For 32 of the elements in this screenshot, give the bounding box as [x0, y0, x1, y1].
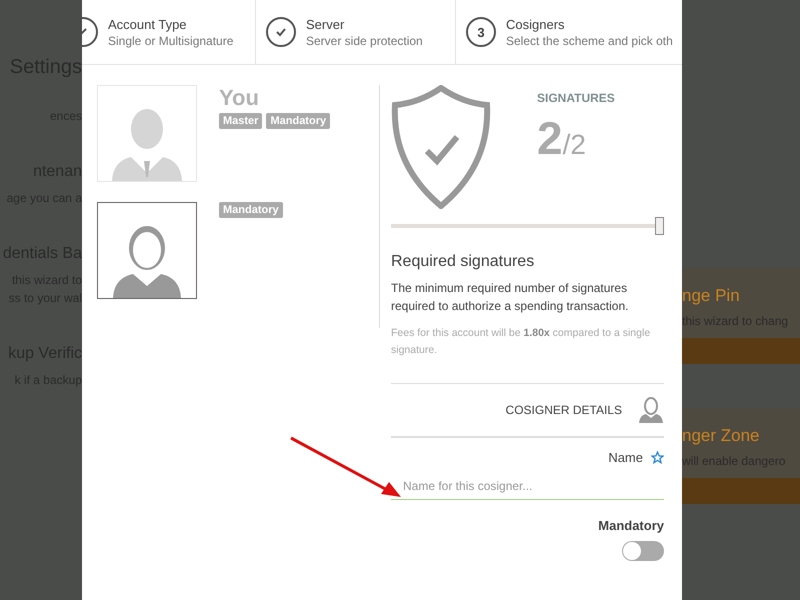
step-subtitle: Server side protection	[306, 34, 423, 48]
wizard-step[interactable]: Server Server side protection	[255, 0, 455, 64]
user-icon	[638, 397, 664, 423]
cosigner-tag: Mandatory	[219, 202, 283, 218]
wizard-step[interactable]: Account Type Single or Multisignature	[82, 0, 255, 64]
star-icon	[651, 451, 664, 464]
cosigner-name: You	[219, 85, 260, 111]
required-signatures-description: The minimum required number of signatures required to authorize a spending transaction.	[391, 280, 630, 315]
required-signatures-heading: Required signatures	[391, 253, 536, 271]
slider-handle[interactable]	[655, 217, 664, 235]
mandatory-label: Mandatory	[598, 518, 664, 533]
check-icon	[266, 17, 296, 47]
cosigner-details-title: COSIGNER DETAILS	[506, 403, 622, 417]
signatures-count: 2	[537, 111, 563, 165]
cosigner-tag: Master	[219, 113, 262, 129]
step-number: 3	[466, 17, 496, 47]
cosigner-tag: Mandatory	[266, 113, 330, 129]
step-title: Cosigners	[506, 16, 566, 32]
name-label: Name	[608, 450, 643, 465]
mandatory-toggle[interactable]	[622, 541, 664, 561]
signatures-total: /2	[562, 129, 586, 161]
cosigner-avatar[interactable]	[97, 202, 197, 299]
background-card-title: nger Zone	[682, 426, 760, 446]
background-card-title: nge Pin	[682, 286, 741, 306]
signatures-label: SIGNATURES	[537, 91, 615, 105]
step-title: Server	[306, 16, 346, 32]
step-subtitle: Single or Multisignature	[108, 34, 234, 48]
step-title: Account Type	[108, 16, 188, 32]
shield-check-icon	[391, 85, 491, 209]
wizard-step[interactable]: 3 Cosigners Select the scheme and pick oth	[455, 0, 682, 64]
fees-note: Fees for this account will be 1.80x compared to a single signature.	[391, 326, 652, 358]
step-subtitle: Select the scheme and pick oth	[506, 34, 673, 48]
